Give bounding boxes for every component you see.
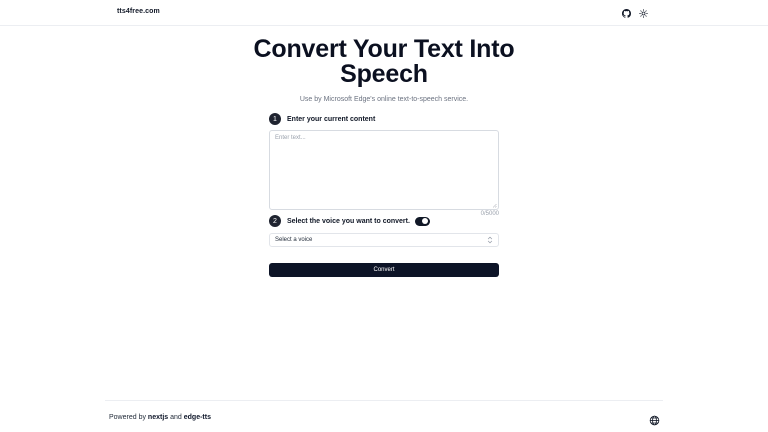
- top-header: tts4free.com: [0, 0, 768, 26]
- footer-divider: [105, 400, 663, 401]
- step-2-header: 2 Select the voice you want to convert.: [269, 215, 430, 227]
- sun-icon: [638, 8, 648, 18]
- footer-prefix: Powered by: [109, 414, 146, 421]
- step-1-header: 1 Enter your current content: [269, 113, 375, 125]
- step-1-label: Enter your current content: [287, 115, 376, 123]
- toggle-knob: [422, 218, 429, 224]
- footer-credits: Powered by nextjs and edge-tts: [109, 414, 211, 421]
- voice-filter-toggle[interactable]: [414, 216, 430, 226]
- nextjs-link[interactable]: nextjs: [148, 414, 168, 421]
- page-title: Convert Your Text Into Speech: [0, 37, 768, 87]
- voice-select[interactable]: Select a voice: [269, 233, 499, 247]
- step-2-label: Select the voice you want to convert.: [287, 217, 410, 225]
- voice-select-value: Select a voice: [275, 237, 313, 243]
- step-2-badge: 2: [269, 215, 281, 227]
- theme-toggle-button[interactable]: [637, 7, 649, 19]
- convert-button[interactable]: Convert: [269, 263, 499, 277]
- page-subtitle: Use by Microsoft Edge's online text-to-s…: [299, 96, 469, 103]
- page: tts4free.com Convert Your Text Into Spee…: [0, 0, 768, 432]
- resize-handle-icon[interactable]: [492, 203, 497, 208]
- text-input[interactable]: [269, 130, 499, 210]
- page-title-line-1: Convert Your Text Into: [253, 35, 515, 63]
- footer-conj: and: [170, 414, 182, 421]
- character-count: 0/5000: [480, 211, 499, 217]
- github-icon: [621, 8, 631, 18]
- page-title-line-2: Speech: [340, 60, 428, 88]
- github-button[interactable]: [620, 7, 632, 19]
- edge-tts-link[interactable]: edge-tts: [184, 414, 211, 421]
- brand-logo-text[interactable]: tts4free.com: [117, 8, 160, 15]
- step-1-badge: 1: [269, 113, 281, 125]
- chevron-up-down-icon: [487, 236, 493, 244]
- globe-icon[interactable]: [649, 415, 660, 426]
